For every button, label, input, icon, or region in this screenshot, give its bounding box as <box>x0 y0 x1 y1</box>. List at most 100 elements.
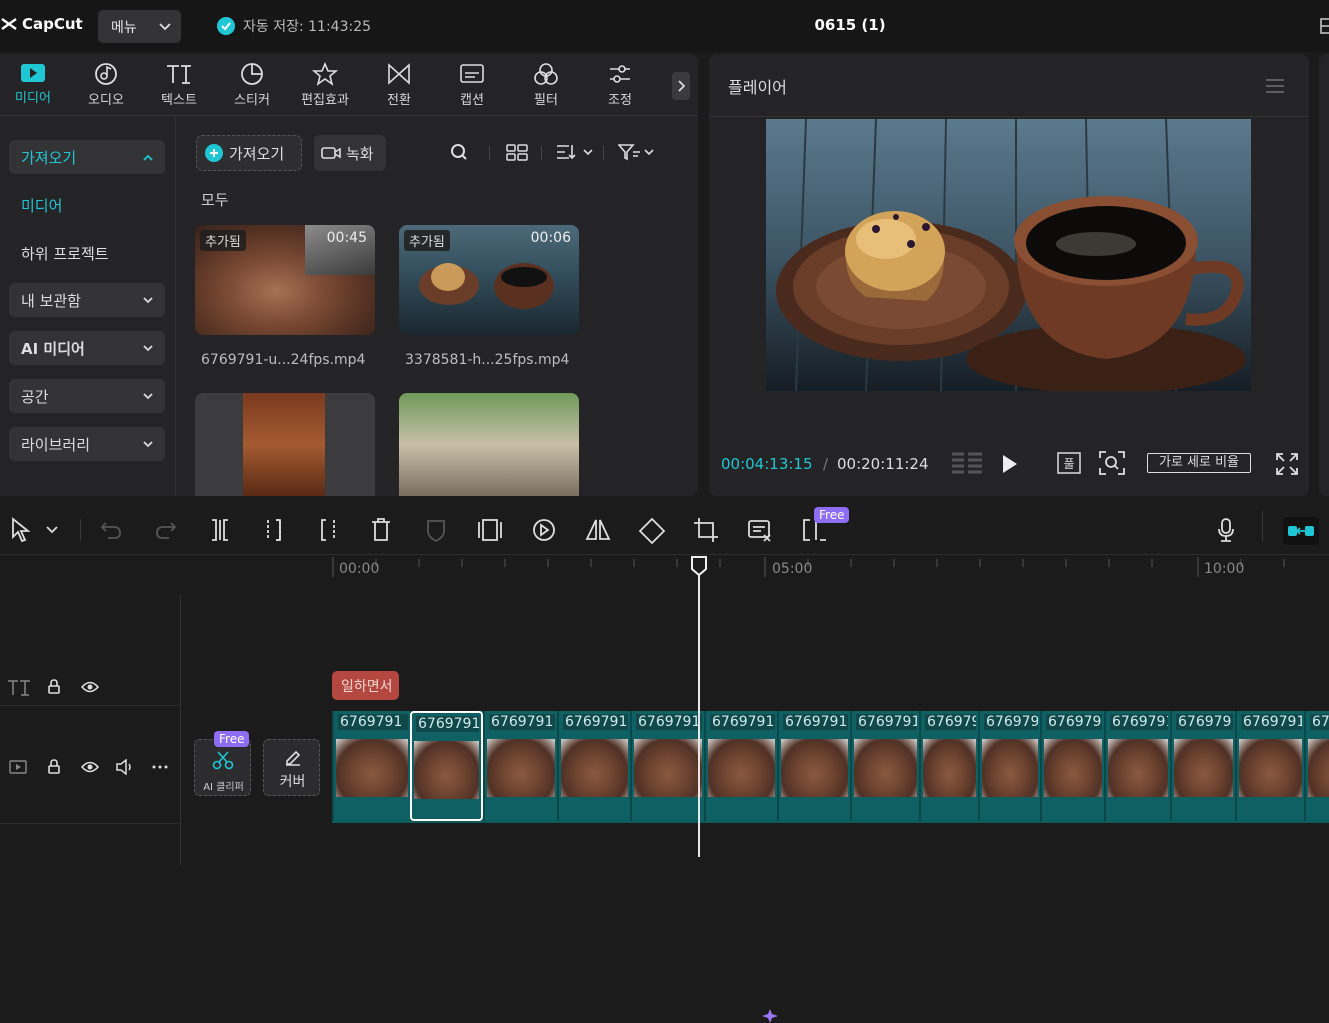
sidebar-item-label: 공간 <box>21 387 49 406</box>
sidebar-item-media[interactable]: 미디어 <box>21 195 62 216</box>
play-icon[interactable] <box>1001 454 1019 474</box>
transition-icon <box>388 63 410 85</box>
clip-thumbnail <box>1108 739 1168 797</box>
media-thumbnail[interactable]: 추가됨 00:45 <box>195 225 375 335</box>
playhead[interactable] <box>698 565 700 857</box>
tab-filter[interactable]: 필터 <box>513 62 579 112</box>
video-track[interactable]: 6769791 6769791 6769791 6769791 6769791 67697… <box>332 711 1329 823</box>
split-icon[interactable] <box>208 517 232 543</box>
video-clip[interactable]: 6769791 <box>1304 711 1329 821</box>
ai-text-edit-icon[interactable] <box>747 517 773 543</box>
video-clip[interactable]: 6769791 <box>332 711 410 821</box>
hamburger-menu-icon[interactable] <box>1265 78 1285 94</box>
tab-effects[interactable]: 편집효과 <box>292 62 358 112</box>
sidebar-item-space[interactable]: 공간 <box>9 379 165 413</box>
fullscreen-icon[interactable] <box>1276 453 1298 475</box>
lock-icon[interactable] <box>47 759 61 775</box>
aspect-ratio-button[interactable]: 가로 세로 비율 <box>1147 453 1251 473</box>
tab-media[interactable]: 미디어 <box>0 62 66 112</box>
zoom-fit-icon[interactable] <box>1099 451 1125 475</box>
video-clip[interactable]: 6769791 <box>1170 711 1235 821</box>
layout-icon[interactable] <box>1320 18 1329 34</box>
clip-thumbnail <box>561 739 628 797</box>
duration-label: 00:06 <box>530 230 571 246</box>
sidebar-item-ai-media[interactable]: AI 미디어 <box>9 331 165 365</box>
cover-button[interactable]: 커버 <box>263 739 320 796</box>
tab-text[interactable]: 텍스트 <box>146 62 212 112</box>
clip-thumbnail <box>1308 739 1329 797</box>
filter-icon <box>534 63 558 85</box>
media-thumbnail[interactable] <box>195 393 375 496</box>
freeze-frame-icon[interactable] <box>477 517 503 543</box>
eye-icon[interactable] <box>81 680 99 694</box>
tab-adjust[interactable]: 조정 <box>587 62 653 112</box>
import-button[interactable]: 가져오기 <box>196 135 302 171</box>
eye-icon[interactable] <box>81 760 99 774</box>
autosave-status: 자동 저장: 11:43:25 <box>217 16 371 36</box>
video-clip[interactable]: 6769791 <box>630 711 704 821</box>
volume-icon[interactable] <box>116 759 134 775</box>
tab-transition[interactable]: 전환 <box>366 62 432 112</box>
ruler-tick-label: 05:00 <box>772 561 813 577</box>
sidebar-item-subproject[interactable]: 하위 프로젝트 <box>21 243 109 264</box>
sort-icon[interactable] <box>556 143 594 161</box>
playhead-handle-icon[interactable] <box>690 555 708 577</box>
sidebar-item-import[interactable]: 가져오기 <box>9 140 165 174</box>
tab-caption[interactable]: 캡션 <box>439 62 505 112</box>
thumbnail-cafe-image <box>243 393 325 496</box>
current-time: 00:04:13:15 <box>721 455 813 473</box>
chevron-down-icon[interactable] <box>46 526 58 534</box>
tools-next-button[interactable] <box>672 72 690 100</box>
undo-icon[interactable] <box>100 517 122 541</box>
menu-button[interactable]: 메뉴 <box>98 10 181 43</box>
chevron-down-icon <box>143 344 153 351</box>
tab-sticker[interactable]: 스티커 <box>219 62 285 112</box>
video-clip[interactable]: 6769791 <box>557 711 630 821</box>
delete-icon[interactable] <box>370 517 392 543</box>
grid-view-icon[interactable] <box>506 143 528 161</box>
media-thumbnail[interactable]: 추가됨 00:06 <box>399 225 579 335</box>
video-preview[interactable] <box>766 119 1251 391</box>
timeline-ruler[interactable]: 00:00 05:00 10:00 <box>332 555 1329 583</box>
clip-name: 6769791 <box>416 716 479 732</box>
video-clip[interactable]: 6769791 <box>850 711 919 821</box>
video-clip[interactable]: 6769791 <box>1235 711 1304 821</box>
rotate-icon[interactable] <box>638 517 666 545</box>
media-thumbnail[interactable] <box>399 393 579 496</box>
sticker-icon <box>241 63 263 85</box>
video-clip[interactable]: 6769791 <box>978 711 1040 821</box>
video-clip[interactable]: 6769791 <box>1104 711 1170 821</box>
text-clip[interactable]: 일하면서 <box>332 671 399 700</box>
video-clip[interactable]: 6769791 <box>704 711 777 821</box>
video-clip[interactable]: 6769791 <box>1040 711 1104 821</box>
waveform-icon[interactable] <box>950 452 984 476</box>
lock-icon[interactable] <box>47 679 61 695</box>
redo-icon[interactable] <box>155 517 177 541</box>
full-quality-icon[interactable]: 풀 <box>1057 452 1081 474</box>
video-clip[interactable]: 6769791 <box>410 711 483 821</box>
mirror-icon[interactable] <box>585 517 611 543</box>
trim-right-icon[interactable] <box>316 517 340 543</box>
select-cursor-icon[interactable] <box>10 517 32 543</box>
record-button[interactable]: 녹화 <box>314 135 386 171</box>
tab-audio[interactable]: 오디오 <box>73 62 139 112</box>
sidebar-item-my-storage[interactable]: 내 보관함 <box>9 283 165 317</box>
microphone-icon[interactable] <box>1216 517 1236 543</box>
more-icon[interactable] <box>152 765 168 769</box>
video-clip[interactable]: 6769791 <box>483 711 557 821</box>
video-clip[interactable]: 6769791 <box>919 711 978 821</box>
speed-icon[interactable] <box>531 517 557 543</box>
video-frame <box>766 119 1251 391</box>
shield-icon[interactable] <box>426 517 446 543</box>
sidebar-item-library[interactable]: 라이브러리 <box>9 427 165 461</box>
clip-name: 6769791 <box>856 714 917 730</box>
video-clip[interactable]: 6769791 <box>777 711 850 821</box>
clip-thumbnail <box>487 739 555 797</box>
filter-list-icon[interactable] <box>618 143 656 161</box>
trim-left-icon[interactable] <box>262 517 286 543</box>
ai-clipper-button[interactable]: AI 클리퍼 <box>194 739 251 796</box>
divider <box>709 116 1309 117</box>
link-toggle-button[interactable] <box>1283 517 1319 545</box>
crop-icon[interactable] <box>693 517 719 543</box>
search-icon[interactable] <box>450 143 468 161</box>
